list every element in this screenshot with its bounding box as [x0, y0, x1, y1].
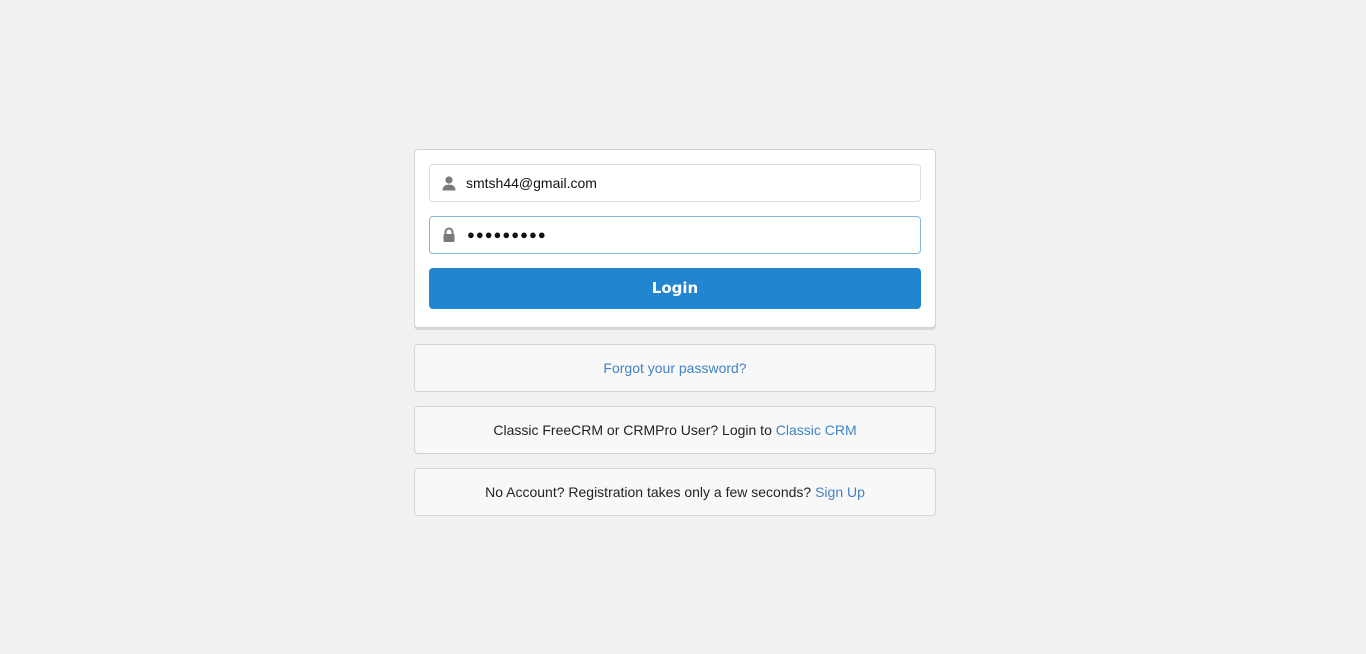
lock-icon	[441, 227, 457, 243]
password-field-wrapper: ●●●●●●●●●	[429, 216, 921, 254]
email-field[interactable]	[466, 165, 906, 201]
email-field-wrapper	[429, 164, 921, 202]
forgot-password-link[interactable]: Forgot your password?	[603, 360, 746, 376]
classic-crm-message: Classic FreeCRM or CRMPro User? Login to…	[414, 406, 936, 454]
classic-crm-text: Classic FreeCRM or CRMPro User? Login to	[493, 422, 776, 438]
signup-message: No Account? Registration takes only a fe…	[414, 468, 936, 516]
signup-link[interactable]: Sign Up	[815, 484, 865, 500]
login-form: ●●●●●●●●● Login	[414, 149, 936, 328]
password-field[interactable]: ●●●●●●●●●	[467, 217, 547, 253]
login-button[interactable]: Login	[429, 268, 921, 309]
signup-text: No Account? Registration takes only a fe…	[485, 484, 816, 500]
forgot-password-message: Forgot your password?	[414, 344, 936, 392]
user-icon	[441, 175, 457, 191]
login-container: ●●●●●●●●● Login Forgot your password? Cl…	[414, 149, 936, 516]
classic-crm-link[interactable]: Classic CRM	[776, 422, 857, 438]
